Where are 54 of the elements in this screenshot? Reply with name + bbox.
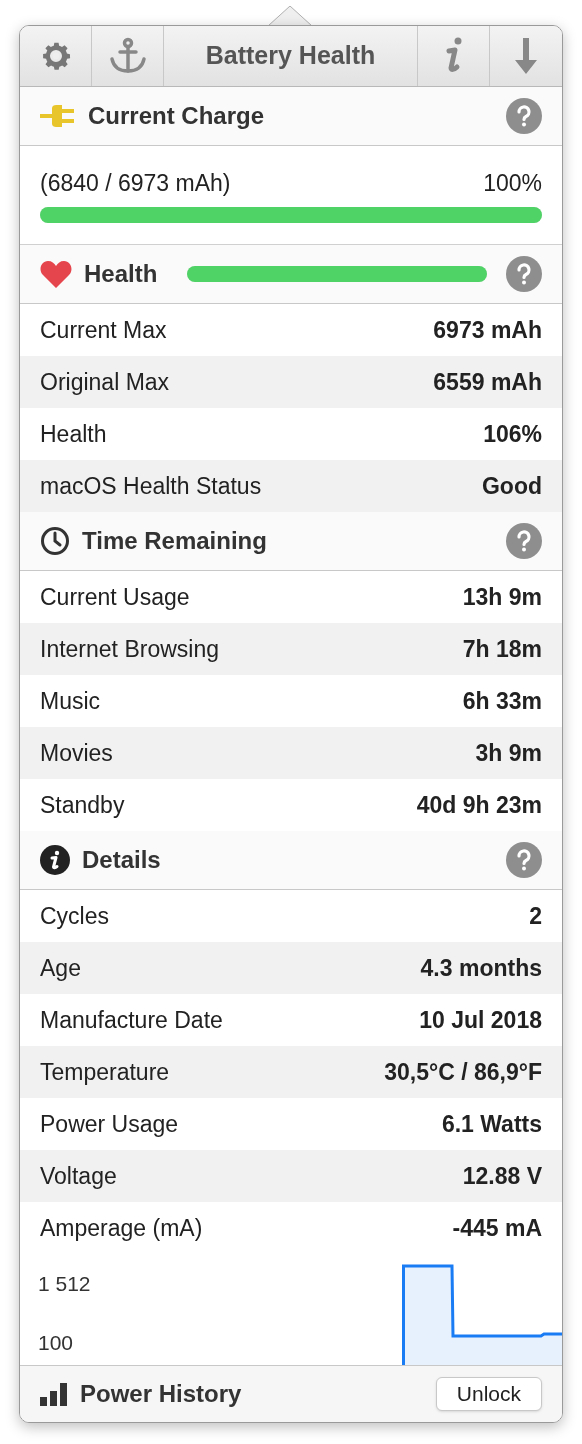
- row-value: 10 Jul 2018: [419, 1005, 542, 1035]
- row-label: Music: [40, 686, 101, 716]
- anchor-icon: [107, 37, 148, 75]
- window-title: Battery Health: [205, 40, 376, 72]
- heart-icon: [40, 260, 72, 288]
- info-icon: [40, 845, 70, 875]
- row-label: macOS Health Status: [40, 471, 262, 501]
- row-value: 2: [529, 901, 542, 931]
- section-title: Details: [82, 845, 161, 875]
- row-label: Internet Browsing: [40, 634, 219, 664]
- charge-percent: 100%: [483, 169, 542, 198]
- help-icon[interactable]: [506, 256, 542, 292]
- clock-icon: [40, 526, 70, 556]
- row-value: 40d 9h 23m: [416, 790, 542, 820]
- row-value: 13h 9m: [462, 582, 542, 612]
- row-label: Original Max: [40, 367, 170, 397]
- help-icon[interactable]: [506, 523, 542, 559]
- row-value: 6559 mAh: [433, 367, 542, 397]
- help-icon[interactable]: [506, 842, 542, 878]
- row-label: Movies: [40, 738, 113, 768]
- row-value: 6973 mAh: [433, 315, 542, 345]
- row-value: 106%: [483, 419, 542, 449]
- section-title: Current Charge: [88, 101, 265, 131]
- row-value: 6.1 Watts: [441, 1109, 542, 1139]
- unlock-button[interactable]: Unlock: [435, 1377, 542, 1411]
- bar-chart-icon: [40, 1382, 68, 1406]
- row-value: 4.3 months: [420, 953, 542, 983]
- charge-reading: (6840 / 6973 mAh): [40, 169, 231, 198]
- row-value: Good: [481, 471, 542, 501]
- row-label: Current Max: [40, 315, 167, 345]
- row-label: Standby: [40, 790, 125, 820]
- axis-label: 1 512: [38, 1272, 92, 1296]
- down-arrow-icon: [514, 38, 538, 74]
- row-label: Current Usage: [40, 582, 190, 612]
- section-title: Time Remaining: [82, 526, 267, 556]
- help-icon[interactable]: [506, 98, 542, 134]
- row-label: Cycles: [40, 901, 109, 931]
- row-label: Voltage: [40, 1161, 117, 1191]
- row-label: Power Usage: [40, 1109, 179, 1139]
- row-label: Amperage (mA): [40, 1213, 203, 1243]
- row-value: 6h 33m: [462, 686, 542, 716]
- row-label: Manufacture Date: [40, 1005, 223, 1035]
- axis-label: 100: [38, 1331, 75, 1355]
- row-value: 3h 9m: [475, 738, 542, 768]
- row-value: -445 mA: [452, 1213, 542, 1243]
- row-value: 7h 18m: [462, 634, 542, 664]
- section-title: Health: [84, 259, 158, 289]
- row-value: 12.88 V: [462, 1161, 542, 1191]
- plug-icon: [40, 104, 76, 128]
- row-label: Temperature: [40, 1057, 170, 1087]
- footer-title: Power History: [80, 1379, 242, 1409]
- row-label: Age: [40, 953, 81, 983]
- row-label: Health: [40, 419, 107, 449]
- row-value: 30,5°C / 86,9°F: [384, 1057, 542, 1087]
